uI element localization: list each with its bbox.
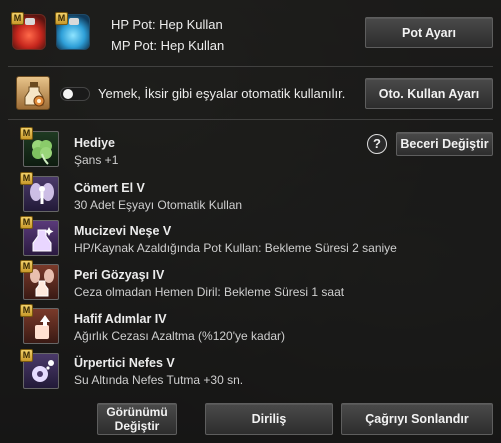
m-badge: M <box>11 12 24 25</box>
hp-potion-icon: M <box>11 12 46 50</box>
skill-description: Su Altında Nefes Tutma +30 sn. <box>74 373 244 387</box>
end-call-button[interactable]: Çağrıyı Sonlandır <box>341 403 493 435</box>
skill-description: Ağırlık Cezası Azaltma (%120'ye kadar) <box>74 329 286 343</box>
help-icon[interactable]: ? <box>367 134 387 154</box>
skill-title: Cömert El V <box>74 181 145 195</box>
change-view-button[interactable]: Görünümü Değiştir <box>97 403 177 435</box>
potion-sparkle-icon: M <box>20 216 59 256</box>
revive-button[interactable]: Diriliş <box>205 403 333 435</box>
mp-potion-icon: M <box>55 12 90 50</box>
m-badge: M <box>55 12 68 25</box>
tear-bottle-icon: M <box>20 260 59 300</box>
pet-settings-panel: M M HP Pot: Hep Kullan MP Pot: Hep Kulla… <box>0 0 501 443</box>
m-badge: M <box>20 216 33 229</box>
auto-use-description: Yemek, İksir gibi eşyalar otomatik kulla… <box>98 86 346 101</box>
skill-description: HP/Kaynak Azaldığında Pot Kullan: Beklem… <box>74 241 397 255</box>
skill-description: 30 Adet Eşyayı Otomatik Kullan <box>74 198 243 212</box>
m-badge: M <box>20 349 33 362</box>
auto-use-bottle-icon <box>16 76 50 110</box>
skill-title: Hafif Adımlar IV <box>74 312 167 326</box>
auto-use-toggle[interactable] <box>60 87 90 101</box>
change-skill-button[interactable]: Beceri Değiştir <box>396 132 493 156</box>
auto-use-settings-button[interactable]: Oto. Kullan Ayarı <box>365 78 493 109</box>
skill-title: Hediye <box>74 136 115 150</box>
clover-icon: M <box>20 127 59 167</box>
mp-pot-setting: MP Pot: Hep Kullan <box>111 38 225 53</box>
hp-pot-setting: HP Pot: Hep Kullan <box>111 17 223 32</box>
m-badge: M <box>20 127 33 140</box>
breath-icon: M <box>20 349 59 389</box>
skill-title: Mucizevi Neşe V <box>74 224 172 238</box>
fairy-icon: M <box>20 172 59 212</box>
divider <box>8 66 493 67</box>
m-badge: M <box>20 260 33 273</box>
light-steps-icon: M <box>20 304 59 344</box>
pot-settings-button[interactable]: Pot Ayarı <box>365 17 493 48</box>
m-badge: M <box>20 304 33 317</box>
skill-title: Peri Gözyaşı IV <box>74 268 165 282</box>
divider <box>8 119 493 120</box>
skill-title: Ürpertici Nefes V <box>74 356 175 370</box>
m-badge: M <box>20 172 33 185</box>
skill-description: Şans +1 <box>74 153 119 167</box>
skill-description: Ceza olmadan Hemen Diril: Bekleme Süresi… <box>74 285 345 299</box>
